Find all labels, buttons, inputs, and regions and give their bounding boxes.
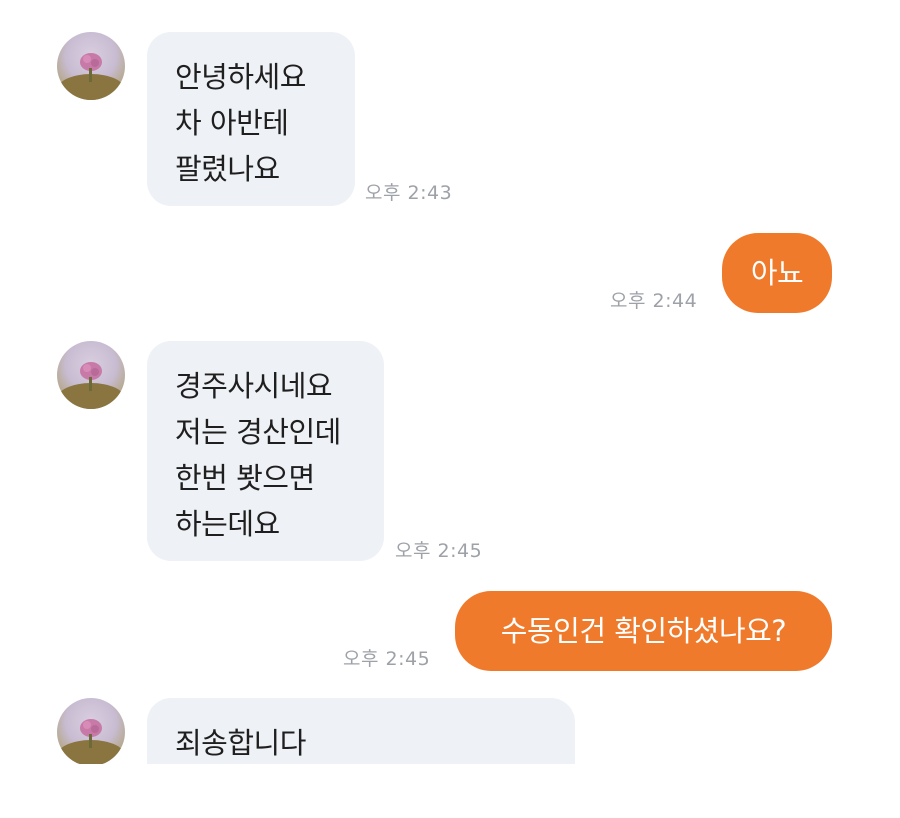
message-timestamp: 오후 2:45 bbox=[343, 648, 431, 670]
message-bubble-outgoing: 아뇨 bbox=[722, 233, 832, 313]
message-timestamp: 오후 2:43 bbox=[365, 182, 453, 204]
avatar[interactable] bbox=[57, 32, 125, 100]
avatar-image bbox=[57, 362, 125, 409]
message-text-line: 차 아반테 bbox=[175, 106, 289, 140]
message-text-line: 아뇨 bbox=[750, 256, 804, 290]
message-text-line: 팔렸나요 bbox=[175, 152, 280, 186]
message-bubble-incoming: 안녕하세요 차 아반테 팔렸나요 bbox=[147, 32, 355, 206]
message-timestamp: 오후 2:45 bbox=[395, 540, 483, 562]
message-text-line: 죄송합니다 bbox=[175, 726, 306, 760]
bottom-edge bbox=[0, 764, 900, 818]
message-text-line: 한번 봣으면 bbox=[175, 461, 315, 495]
message-text-line: 저는 경산인데 bbox=[175, 415, 341, 449]
avatar[interactable] bbox=[57, 341, 125, 409]
avatar[interactable] bbox=[57, 698, 125, 766]
message-timestamp: 오후 2:44 bbox=[610, 290, 698, 312]
avatar-image bbox=[57, 719, 125, 766]
avatar-image bbox=[57, 53, 125, 100]
message-bubble-incoming: 경주사시네요 저는 경산인데 한번 봣으면 하는데요 bbox=[147, 341, 384, 561]
message-text-line: 경주사시네요 bbox=[175, 369, 333, 403]
message-text-line: 하는데요 bbox=[175, 507, 280, 541]
chat-window: 안녕하세요 차 아반테 팔렸나요 오후 2:43 오후 2:44 아뇨 경주사시… bbox=[0, 0, 900, 818]
message-text-line: 안녕하세요 bbox=[175, 60, 306, 94]
message-bubble-outgoing: 수동인건 확인하셨나요? bbox=[455, 591, 832, 671]
message-text-line: 수동인건 확인하셨나요? bbox=[500, 614, 787, 648]
